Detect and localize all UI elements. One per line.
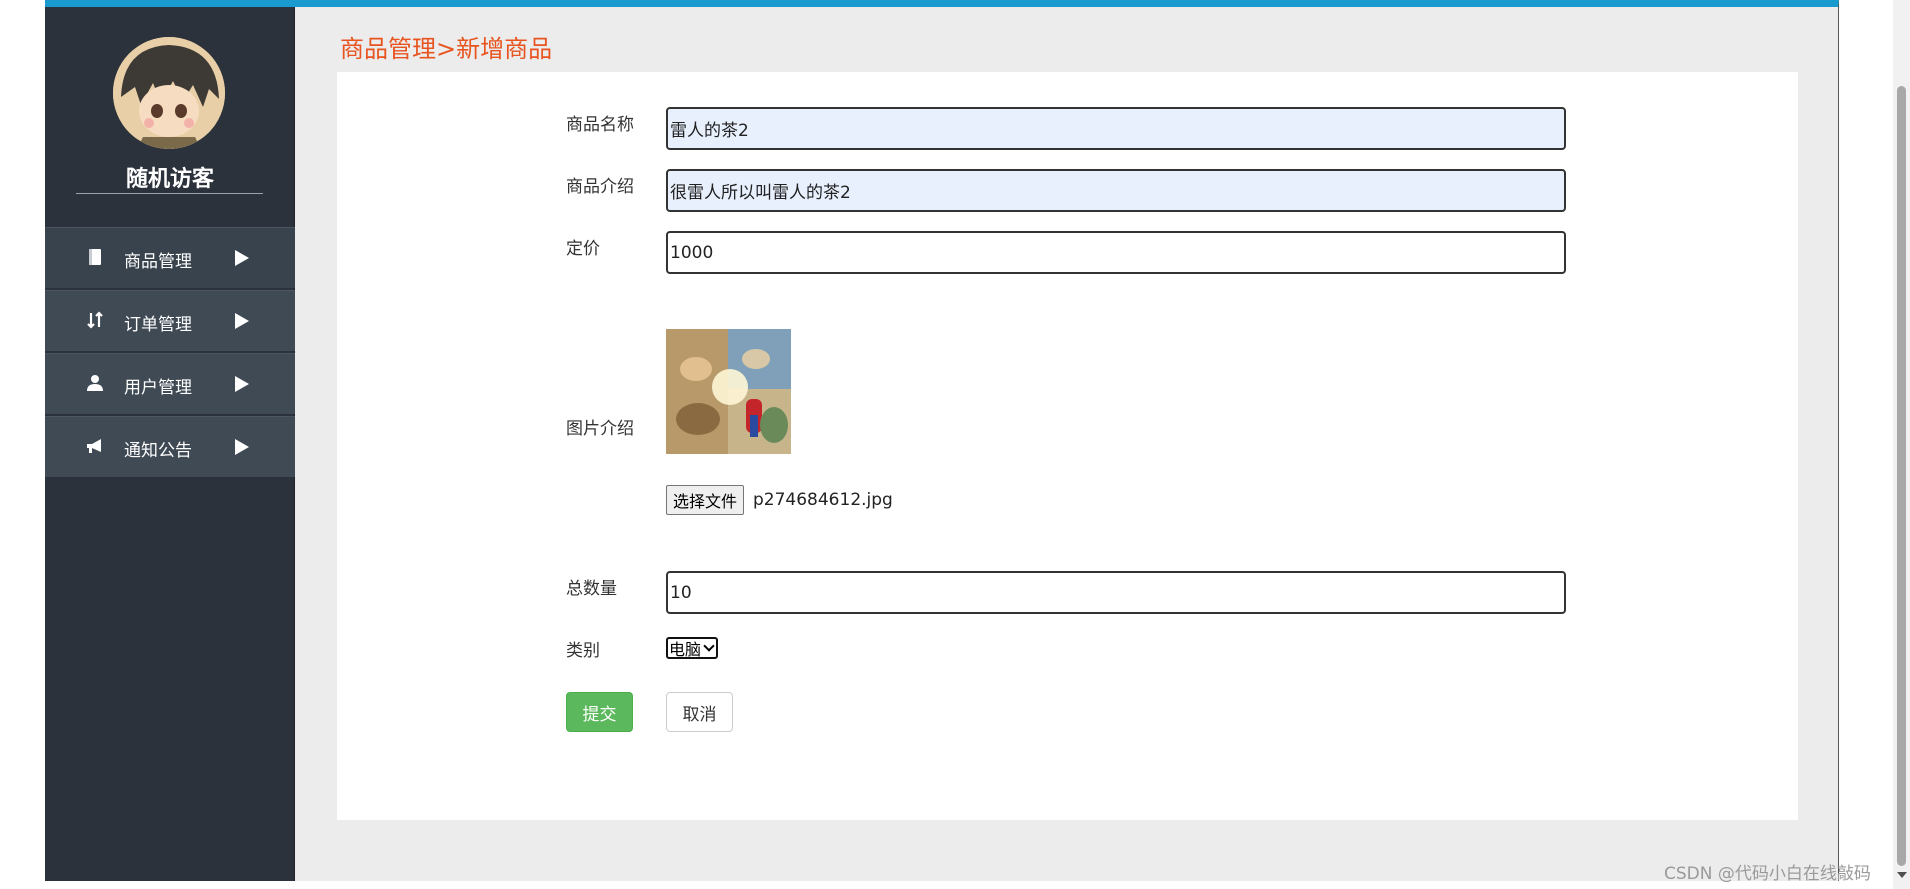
product-image-preview [666,329,791,454]
sidebar-item-label: 通知公告 [124,441,192,461]
book-icon [85,248,105,268]
watermark: CSDN @代码小白在线敲码 [1664,864,1871,884]
sidebar-item-order-management[interactable]: 订单管理 [45,290,295,351]
form-panel: 商品名称 商品介绍 定价 图片介绍 [337,72,1798,820]
scroll-down-arrow-icon[interactable] [1897,872,1907,878]
main-content: 商品管理>新增商品 商品名称 商品介绍 定价 图片介绍 [295,7,1838,881]
product-intro-input[interactable] [666,169,1566,212]
play-arrow-icon [235,313,249,329]
play-arrow-icon [235,376,249,392]
sidebar-item-product-management[interactable]: 商品管理 [45,227,295,288]
price-label: 定价 [566,239,600,259]
sidebar-item-announcements[interactable]: 通知公告 [45,416,295,477]
selected-file-name: p274684612.jpg [753,490,893,510]
avatar [113,37,225,149]
sidebar-item-user-management[interactable]: 用户管理 [45,353,295,414]
sidebar-menu: 商品管理 订单管理 用户管理 通知公告 [45,227,295,479]
play-arrow-icon [235,439,249,455]
product-name-label: 商品名称 [566,115,634,135]
breadcrumb: 商品管理>新增商品 [340,35,553,63]
bullhorn-icon [85,437,105,457]
username: 随机访客 [125,167,214,192]
category-label: 类别 [566,641,600,661]
app-window: 随机访客 商品管理 订单管理 用户管理 通知公告 商品管理>新增商品 商品名称 … [45,0,1839,881]
chevron-down-icon [703,640,715,652]
user-icon [85,374,105,394]
price-input[interactable] [666,231,1566,274]
total-quantity-input[interactable] [666,571,1566,614]
category-selected-value: 电脑 [669,640,702,659]
sidebar-item-label: 商品管理 [124,252,192,272]
image-intro-label: 图片介绍 [566,419,634,439]
total-quantity-label: 总数量 [566,579,617,599]
category-select[interactable]: 电脑 [666,637,719,659]
page-scrollbar[interactable] [1893,0,1910,889]
choose-file-button[interactable]: 选择文件 [666,485,745,515]
product-intro-label: 商品介绍 [566,177,634,197]
sort-arrows-icon [85,311,105,331]
submit-button[interactable]: 提交 [566,692,633,732]
sidebar: 随机访客 商品管理 订单管理 用户管理 通知公告 [45,7,295,881]
sidebar-item-label: 订单管理 [124,315,192,335]
product-name-input[interactable] [666,107,1566,150]
play-arrow-icon [235,250,249,266]
cancel-button[interactable]: 取消 [666,692,733,732]
scrollbar-thumb[interactable] [1897,86,1906,866]
sidebar-item-label: 用户管理 [124,378,192,398]
user-divider [76,193,263,194]
